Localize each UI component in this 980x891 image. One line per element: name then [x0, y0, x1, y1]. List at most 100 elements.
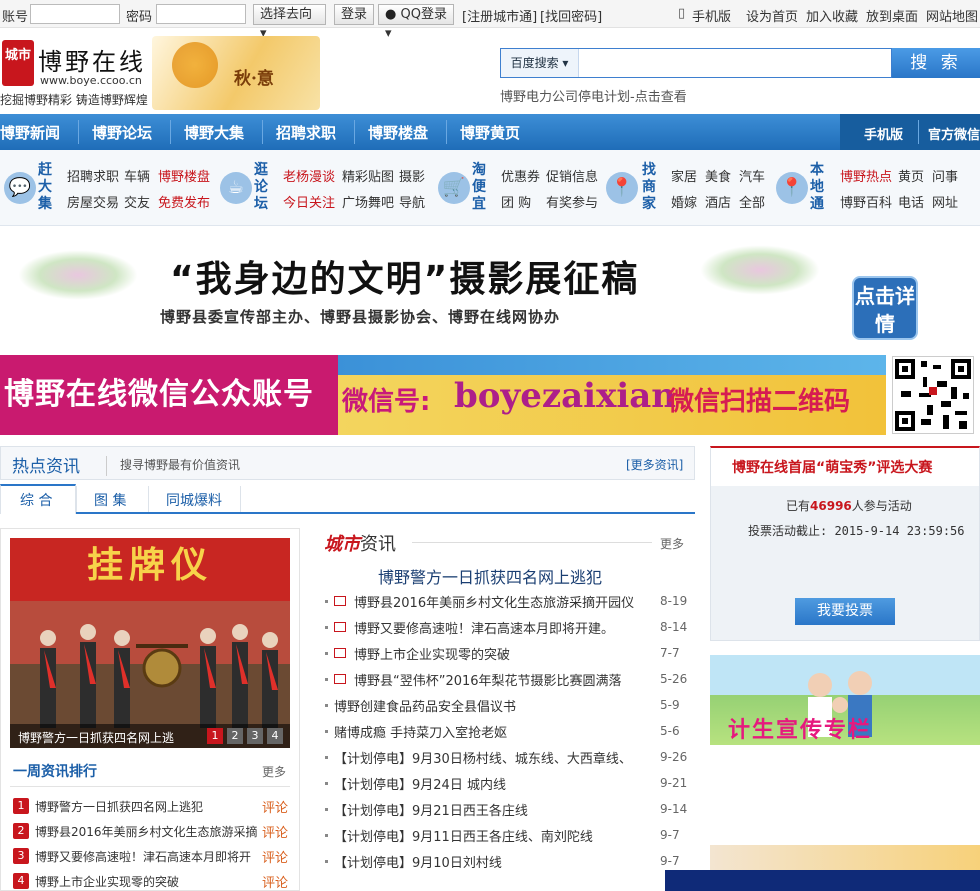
vote-title[interactable]: 博野在线首届“萌宝秀”评选大赛 — [732, 457, 932, 477]
nav-jobs[interactable]: 招聘求职 — [276, 122, 336, 143]
channel-link[interactable]: 家居 — [671, 166, 697, 185]
logo-mark[interactable]: 城市 — [2, 40, 34, 86]
city-news-item[interactable]: 【计划停电】9月24日 城内线 — [334, 774, 506, 793]
nav-market[interactable]: 博野大集 — [184, 122, 244, 143]
top-link-homepage[interactable]: 设为首页 — [746, 6, 798, 25]
nav-mobile[interactable]: 手机版 — [864, 124, 903, 143]
channel-link[interactable]: 婚嫁 — [671, 192, 697, 211]
register-link[interactable]: [注册城市通] — [462, 6, 537, 25]
autumn-banner[interactable]: 秋·意 — [152, 36, 320, 110]
channel-head-merchants[interactable]: 找商家 — [642, 162, 662, 213]
channel-head-deals[interactable]: 淘便宜 — [472, 162, 492, 213]
city-news-item[interactable]: 博野创建食品药品安全县倡议书 — [334, 696, 516, 715]
qr-code-icon — [892, 356, 974, 434]
forgot-password-link[interactable]: [找回密码] — [540, 6, 602, 25]
channel-link[interactable]: 全部 — [739, 192, 765, 211]
logo-name[interactable]: 博野在线 — [38, 42, 146, 77]
destination-select[interactable]: 选择去向 ▾ — [253, 4, 326, 41]
channel-link[interactable]: 招聘求职 — [67, 166, 119, 185]
slide-page-1[interactable]: 1 — [207, 728, 223, 744]
vote-deadline: 投票活动截止: 2015-9-14 23:59:56 — [748, 524, 965, 538]
channel-link[interactable]: 酒店 — [705, 192, 731, 211]
channel-link[interactable]: 今日关注 — [283, 192, 335, 211]
top-link-desktop[interactable]: 放到桌面 — [866, 6, 918, 25]
channel-link[interactable]: 汽车 — [739, 166, 765, 185]
channel-link[interactable]: 博野楼盘 — [158, 166, 210, 185]
channel-link[interactable]: 问事 — [932, 166, 958, 185]
login-button[interactable]: 登录 — [334, 4, 375, 25]
search-button[interactable]: 搜 索 — [892, 48, 980, 78]
nav-right: 手机版 官方微信 — [840, 114, 980, 150]
more-news-link[interactable]: [更多资讯] — [626, 456, 683, 473]
password-input[interactable] — [156, 4, 246, 24]
rank-comment-link[interactable]: 评论 — [262, 797, 288, 816]
main-nav: 博野新闻 博野论坛 博野大集 招聘求职 博野楼盘 博野黄页 — [0, 114, 980, 150]
city-headline[interactable]: 博野警方一日抓获四名网上逃犯 — [378, 564, 602, 588]
search-engine-select[interactable]: 百度搜索 ▾ — [501, 49, 579, 77]
weekly-rank-more[interactable]: 更多 — [262, 763, 286, 780]
channel-link[interactable]: 促销信息 — [546, 166, 598, 185]
channel-link[interactable]: 团 购 — [501, 192, 531, 211]
nav-news[interactable]: 博野新闻 — [0, 122, 60, 143]
slide-page-2[interactable]: 2 — [227, 728, 243, 744]
channel-link[interactable]: 博野百科 — [840, 192, 892, 211]
channel-head-local[interactable]: 本地通 — [810, 162, 830, 213]
rank-comment-link[interactable]: 评论 — [262, 822, 288, 841]
search-input[interactable] — [581, 51, 889, 75]
city-news-item[interactable]: 赌博成瘾 手持菜刀入室抢老妪 — [334, 722, 507, 741]
channel-link[interactable]: 博野热点 — [840, 166, 892, 185]
city-news-item[interactable]: 【计划停电】9月21日西王各庄线 — [334, 800, 528, 819]
vote-button[interactable]: 我要投票 — [795, 598, 895, 625]
top-link-favorite[interactable]: 加入收藏 — [806, 6, 858, 25]
channel-link[interactable]: 黄页 — [898, 166, 924, 185]
channel-link[interactable]: 电话 — [898, 192, 924, 211]
nav-property[interactable]: 博野楼盘 — [368, 122, 428, 143]
tab-local-tips[interactable]: 同城爆料 — [166, 490, 222, 510]
channel-link[interactable]: 网址 — [932, 192, 958, 211]
city-news-item[interactable]: 【计划停电】9月11日西王各庄线、南刘陀线 — [334, 826, 593, 845]
city-news-item[interactable]: 【计划停电】9月10日刘村线 — [334, 852, 502, 871]
rank-item[interactable]: 博野上市企业实现零的突破 — [35, 873, 179, 890]
channel-link[interactable]: 优惠券 — [501, 166, 540, 185]
rank-item[interactable]: 博野警方一日抓获四名网上逃犯 — [35, 798, 203, 815]
tab-general[interactable]: 综 合 — [20, 490, 52, 510]
channel-link[interactable]: 广场舞吧 — [342, 192, 394, 211]
rank-comment-link[interactable]: 评论 — [262, 847, 288, 866]
nav-wechat[interactable]: 官方微信 — [928, 124, 980, 143]
channel-link[interactable]: 交友 — [124, 192, 150, 211]
rank-item[interactable]: 博野县2016年美丽乡村文化生态旅游采摘 — [35, 823, 258, 840]
city-news-item[interactable]: 博野县2016年美丽乡村文化生态旅游采摘开园仪 — [354, 592, 634, 611]
photo-caption[interactable]: 博野警方一日抓获四名网上逃 — [18, 729, 174, 746]
bottom-ad-strip[interactable] — [665, 870, 980, 891]
account-input[interactable] — [30, 4, 120, 24]
channel-link[interactable]: 车辆 — [124, 166, 150, 185]
channel-link[interactable]: 房屋交易 — [67, 192, 119, 211]
top-link-sitemap[interactable]: 网站地图 — [926, 6, 978, 25]
channel-head-forum[interactable]: 逛论坛 — [254, 162, 274, 213]
channel-link[interactable]: 导航 — [399, 192, 425, 211]
channel-link[interactable]: 摄影 — [399, 166, 425, 185]
top-link-mobile[interactable]: 手机版 — [692, 6, 731, 25]
channel-link[interactable]: 免费发布 — [158, 192, 210, 211]
channel-link[interactable]: 美食 — [705, 166, 731, 185]
nav-yellow-pages[interactable]: 博野黄页 — [460, 122, 520, 143]
nav-forum[interactable]: 博野论坛 — [92, 122, 152, 143]
city-news-item[interactable]: 【计划停电】9月30日杨村线、城东线、大西章线、 — [334, 748, 632, 767]
city-news-item[interactable]: 博野县“翌伟杯”2016年梨花节摄影比赛圆满落 — [354, 670, 622, 689]
power-notice-link[interactable]: 博野电力公司停电计划-点击查看 — [500, 86, 687, 105]
speech-bubble-icon: 💬 — [4, 172, 36, 204]
qq-login-button[interactable]: ● QQ登录 ▾ — [378, 4, 454, 41]
slide-page-3[interactable]: 3 — [247, 728, 263, 744]
channel-head-market[interactable]: 赶大集 — [38, 162, 58, 213]
slide-page-4[interactable]: 4 — [267, 728, 283, 744]
channel-link[interactable]: 精彩贴图 — [342, 166, 394, 185]
contest-details-button[interactable]: 点击详情 — [852, 276, 918, 340]
tab-gallery[interactable]: 图 集 — [94, 490, 126, 510]
rank-item[interactable]: 博野又要修高速啦！津石高速本月即将开 — [35, 848, 251, 865]
rank-comment-link[interactable]: 评论 — [262, 872, 288, 891]
channel-link[interactable]: 有奖参与 — [546, 192, 598, 211]
channel-link[interactable]: 老杨漫谈 — [283, 166, 335, 185]
city-news-more[interactable]: 更多 — [660, 535, 684, 552]
city-news-item[interactable]: 博野上市企业实现零的突破 — [354, 644, 510, 663]
city-news-item[interactable]: 博野又要修高速啦！津石高速本月即将开建。 — [354, 618, 614, 637]
